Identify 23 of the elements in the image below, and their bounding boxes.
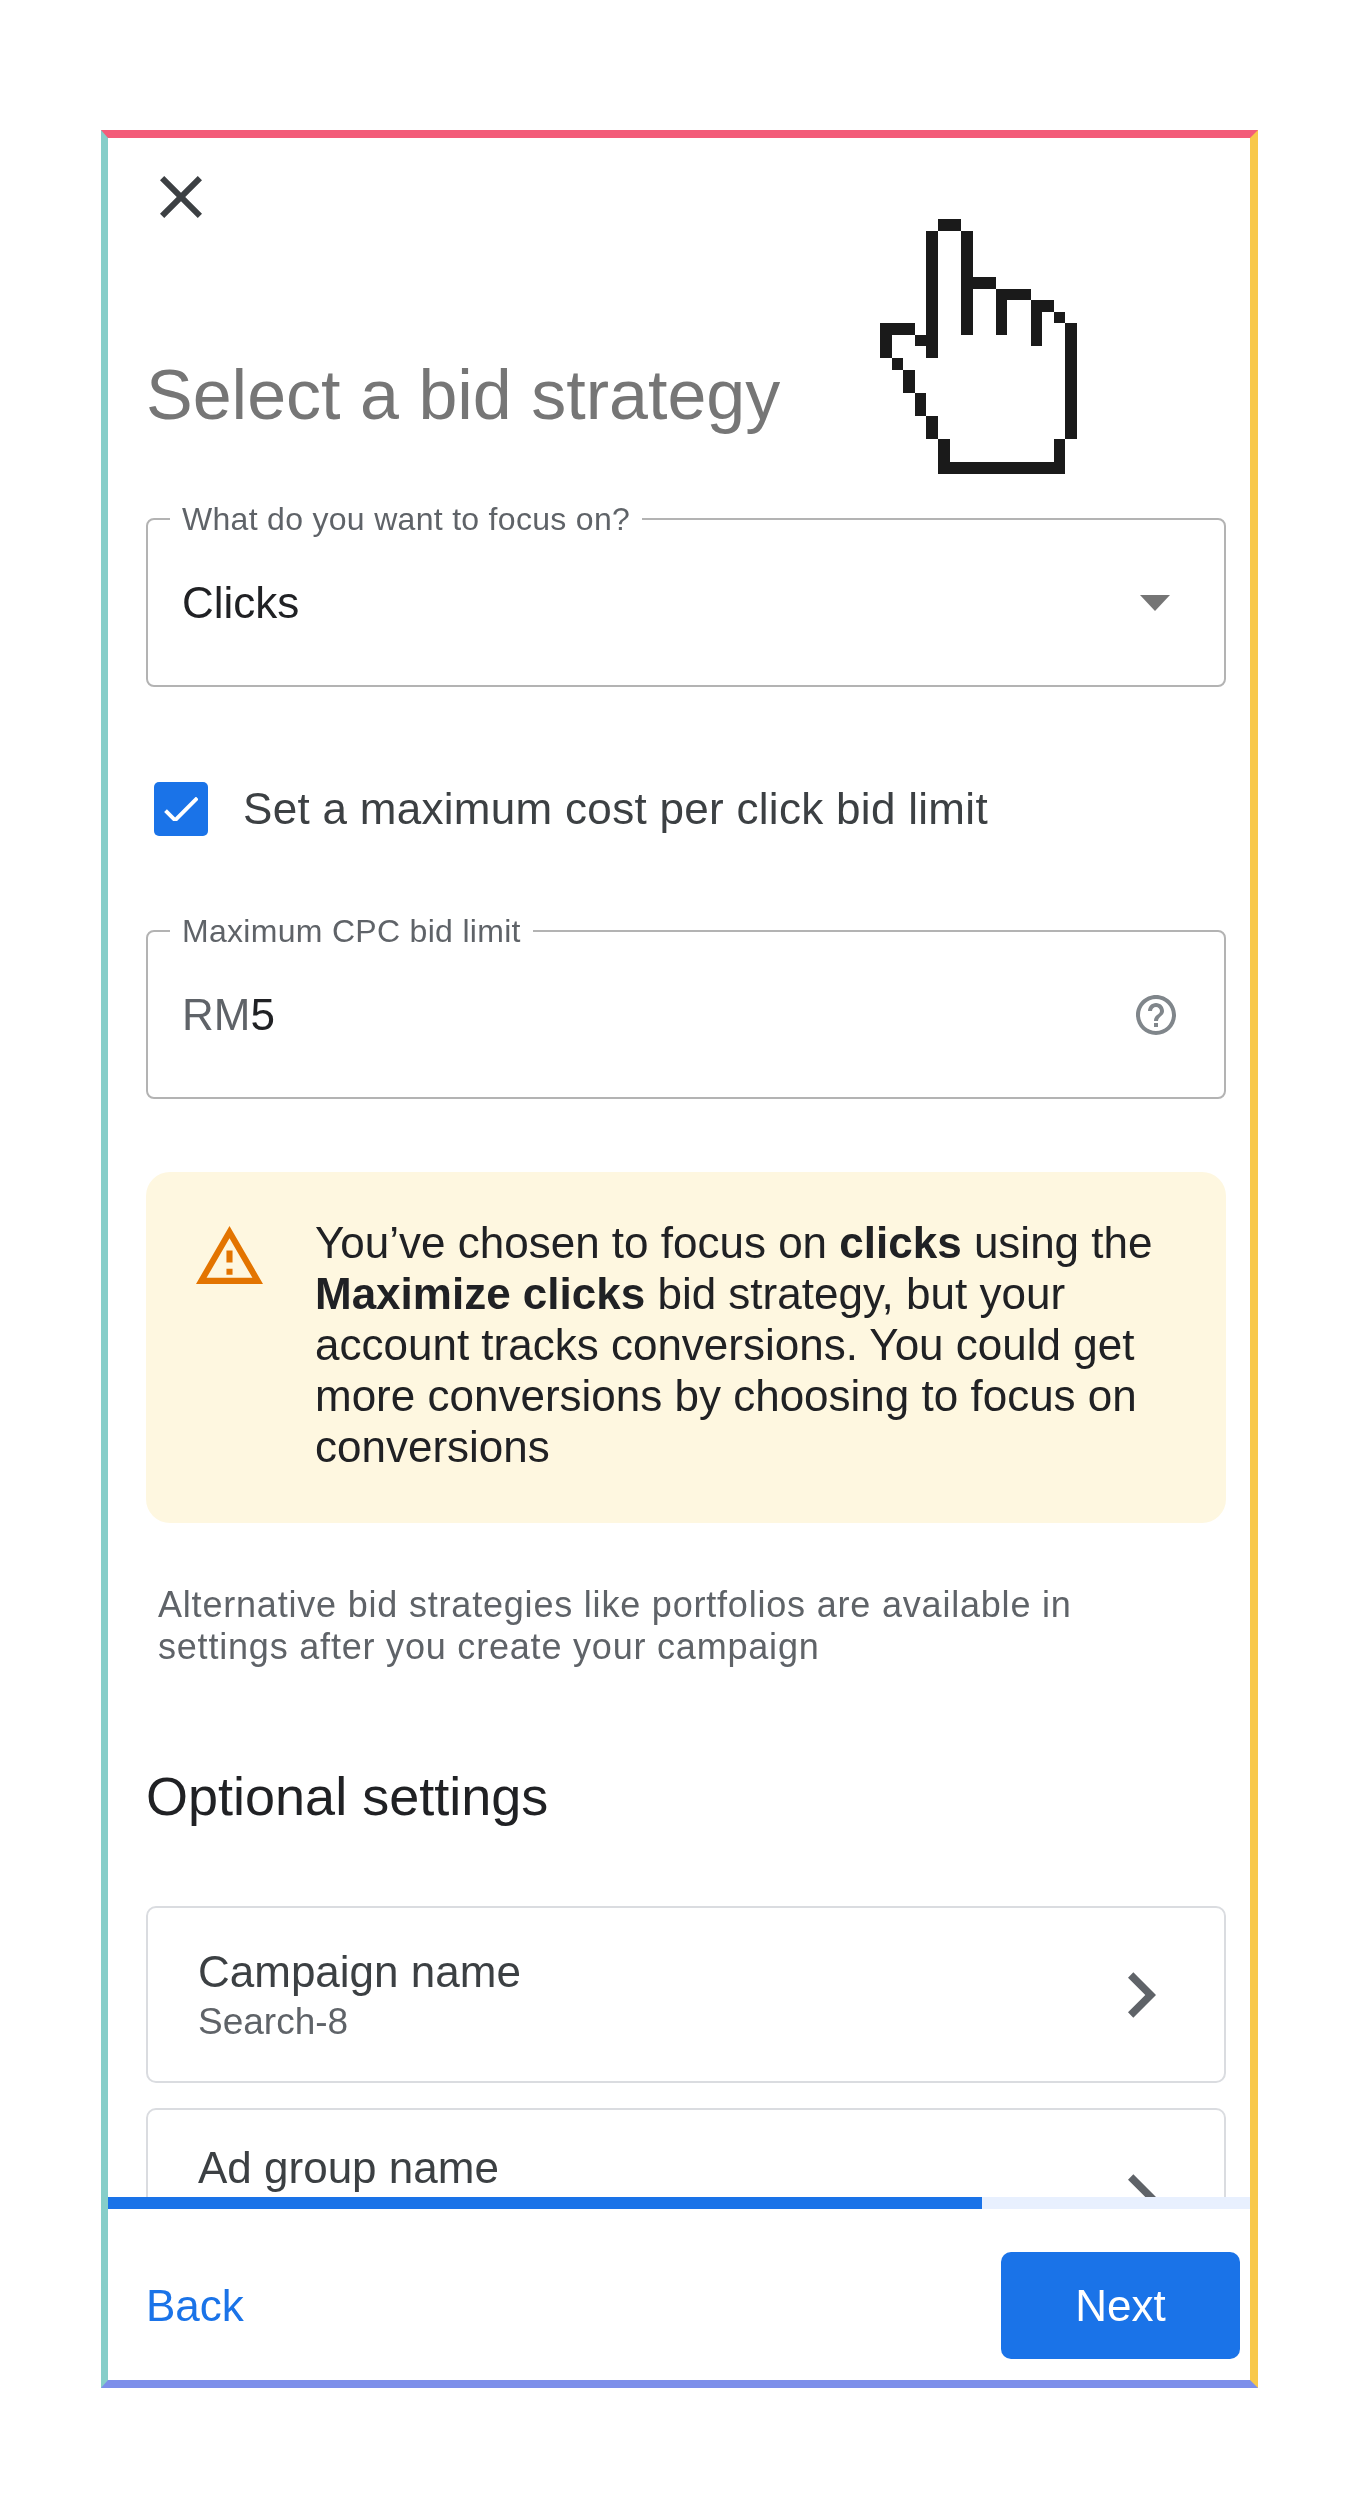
field-label: Maximum CPC bid limit [181,912,522,951]
close-icon [160,176,202,218]
checkbox[interactable] [154,782,208,836]
warning-text: You’ve chosen to focus on clicks using the Maximize clicks bid strategy, but your account tracks conversions. You could get more conversions by choosing to focus on conversions [315,1217,1154,1472]
section-heading: Optional settings [146,1765,550,1828]
info-note: Alternative bid strategies like portfolios are available in settings after you create your campaign [158,1584,1073,1668]
setting-value: Search-8 [198,2000,350,2044]
next-button[interactable]: Next [1001,2252,1240,2359]
back-button[interactable]: Back [146,2279,244,2332]
caret-down-icon [1140,595,1170,611]
check-icon [164,797,198,821]
field-value: RM5 [182,989,275,1041]
dropdown-value: Clicks [182,577,300,629]
chevron-right-icon [1128,1971,1156,2018]
dialog-title: Select a bid strategy [146,355,782,436]
help-icon[interactable] [1136,995,1176,1035]
setting-name: Ad group name [198,2142,499,2194]
dropdown-label: What do you want to focus on? [181,500,632,539]
warning-icon [196,1226,263,1284]
setting-item[interactable]: Campaign name Search-8 [146,1906,1226,2083]
setting-name: Campaign name [198,1946,521,1998]
hand-cursor-icon [880,219,1077,474]
checkbox-label: Set a maximum cost per click bid limit [243,783,988,835]
